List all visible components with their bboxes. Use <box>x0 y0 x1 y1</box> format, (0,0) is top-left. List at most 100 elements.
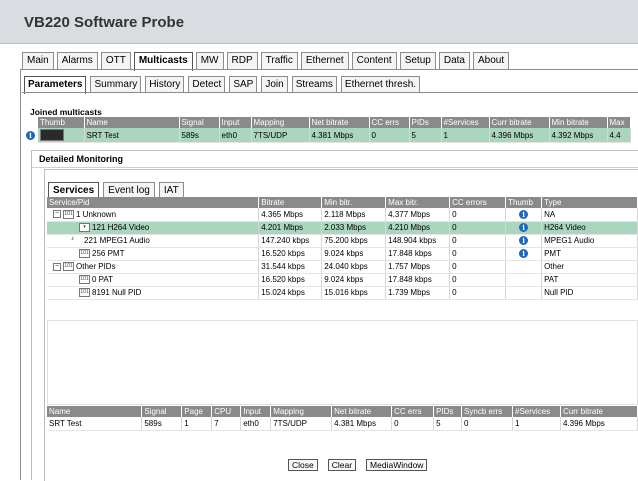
col-min-bitr[interactable]: Min bitr. <box>321 197 387 208</box>
tab-divider <box>20 69 638 70</box>
collapse-icon[interactable]: − <box>53 262 61 271</box>
col-name[interactable]: Name <box>47 406 143 417</box>
tab-alarms[interactable]: Alarms <box>56 52 98 70</box>
subtab-divider <box>22 92 638 93</box>
media-window-button[interactable]: MediaWindow <box>366 459 428 471</box>
table-row[interactable]: SRT Test 589s eth0 7TS/UDP 4.381 Mbps 0 … <box>38 128 631 143</box>
cell-signal: 589s <box>179 128 220 143</box>
col-input[interactable]: Input <box>219 117 252 128</box>
joined-multicasts-label: Joined multicasts <box>30 107 102 117</box>
col-signal[interactable]: Signal <box>179 117 220 128</box>
cell-min-bitrate: 4.392 Mbps <box>549 128 608 143</box>
info-icon[interactable]: i <box>519 209 529 219</box>
cell-pids: 5 <box>409 128 442 143</box>
col-mapping[interactable]: Mapping <box>251 117 310 128</box>
cell-curr-bitrate: 4.396 Mbps <box>489 128 550 143</box>
col-thumb[interactable]: Thumb <box>505 197 543 208</box>
services-empty-area <box>47 320 638 405</box>
col-signal[interactable]: Signal <box>141 406 183 417</box>
col-curr-bitrate[interactable]: Curr bitrate <box>560 406 638 417</box>
tab-setup[interactable]: Setup <box>399 52 436 70</box>
col-service-pid[interactable]: Service/Pid <box>47 197 260 208</box>
col-cc-errs[interactable]: CC errs <box>391 406 435 417</box>
cell-cc-errs: 0 <box>369 128 410 143</box>
col-name[interactable]: Name <box>84 117 180 128</box>
pid-icon: 101 <box>63 209 74 219</box>
subtab-history[interactable]: History <box>145 76 185 93</box>
subtab-streams[interactable]: Streams <box>291 76 337 93</box>
tab-traffic[interactable]: Traffic <box>260 52 298 70</box>
pid-icon: 101 <box>79 288 90 298</box>
col-syncb-errs[interactable]: Syncb errs <box>461 406 514 417</box>
tab-ott[interactable]: OTT <box>100 52 131 70</box>
table-row[interactable]: 101 8191 Null PID 15.024 kbps 15.016 kbps 1… <box>47 286 638 300</box>
tab-data[interactable]: Data <box>438 52 470 70</box>
cell-input: eth0 <box>219 128 252 143</box>
table-row[interactable]: ♪ 221 MPEG1 Audio 147.240 kbps 75.200 kbps… <box>47 234 638 248</box>
cell-name: SRT Test <box>84 128 180 143</box>
tab-ethernet[interactable]: Ethernet <box>300 52 349 70</box>
cell-max: 4.4 <box>607 128 631 143</box>
subtab-sap[interactable]: SAP <box>229 76 258 93</box>
pid-icon: 101 <box>79 249 90 259</box>
tab-mw[interactable]: MW <box>195 52 224 70</box>
joined-multicasts-table: Thumb Name Signal Input Mapping Net bitr… <box>38 117 631 143</box>
col-cc-errors[interactable]: CC errors <box>449 197 507 208</box>
frame-border <box>20 70 21 480</box>
col-input[interactable]: Input <box>240 406 272 417</box>
col-services[interactable]: #Services <box>441 117 490 128</box>
subtab-join[interactable]: Join <box>261 76 288 93</box>
table-row[interactable]: −101 1 Unknown 4.365 Mbps 2.118 Mbps 4.377 … <box>47 208 638 222</box>
col-pids[interactable]: PIDs <box>433 406 463 417</box>
col-curr-bitrate[interactable]: Curr bitrate <box>489 117 550 128</box>
col-net-bitrate[interactable]: Net bitrate <box>331 406 393 417</box>
thumbnail <box>38 128 85 143</box>
table-row[interactable]: SRT Test 589s 1 7 eth0 7TS/UDP 4.381 Mbps 0 50… <box>47 417 638 431</box>
tab-about[interactable]: About <box>472 52 510 70</box>
col-cpu[interactable]: CPU <box>211 406 242 417</box>
col-max[interactable]: Max <box>607 117 631 128</box>
button-row: Close Clear MediaWindow <box>288 459 428 471</box>
col-cc-errs[interactable]: CC errs <box>369 117 410 128</box>
audio-icon: ♪ <box>71 235 74 242</box>
subtab-summary[interactable]: Summary <box>90 76 142 93</box>
detailed-monitoring-title: Detailed Monitoring <box>39 154 123 164</box>
cell-services: 1 <box>441 128 490 143</box>
cell-mapping: 7TS/UDP <box>251 128 310 143</box>
subtab-detect[interactable]: Detect <box>188 76 226 93</box>
video-icon: ▾ <box>79 223 90 233</box>
main-tabs: Main Alarms OTT Multicasts MW RDP Traffi… <box>22 52 512 71</box>
tab-rdp[interactable]: RDP <box>226 52 258 70</box>
subtab-ethernet-thresh[interactable]: Ethernet thresh. <box>340 76 421 93</box>
table-row[interactable]: −101 Other PIDs 31.544 kbps 24.040 kbps 1.7… <box>47 260 638 274</box>
app-title: VB220 Software Probe <box>24 14 185 31</box>
info-icon[interactable]: i <box>519 249 529 258</box>
table-row[interactable]: ▾ 121 H264 Video 4.201 Mbps 2.033 Mbps 4.21… <box>47 221 638 235</box>
info-icon[interactable]: i <box>519 236 529 245</box>
col-services[interactable]: #Services <box>512 406 561 417</box>
tab-content[interactable]: Content <box>351 52 397 70</box>
pid-icon: 101 <box>79 275 90 285</box>
services-table: Service/Pid Bitrate Min bitr. Max bitr. … <box>47 197 638 300</box>
sub-tabs: Parameters Summary History Detect SAP Jo… <box>24 76 424 94</box>
col-bitrate[interactable]: Bitrate <box>258 197 323 208</box>
info-icon[interactable]: i <box>519 223 529 232</box>
collapse-icon[interactable]: − <box>53 210 61 219</box>
bottom-summary-table: Name Signal Page CPU Input Mapping Net b… <box>47 406 638 431</box>
info-icon[interactable]: i <box>26 130 35 140</box>
col-page[interactable]: Page <box>181 406 213 417</box>
col-mapping[interactable]: Mapping <box>270 406 333 417</box>
cell-net-bitrate: 4.381 Mbps <box>309 128 370 143</box>
table-row[interactable]: 101 256 PMT 16.520 kbps 9.024 kbps 17.848 k… <box>47 247 638 261</box>
pid-icon: 101 <box>63 262 74 272</box>
clear-button[interactable]: Clear <box>327 459 357 471</box>
col-max-bitr[interactable]: Max bitr. <box>385 197 451 208</box>
table-row[interactable]: 101 0 PAT 16.520 kbps 9.024 kbps 17.848 kbp… <box>47 273 638 287</box>
col-pids[interactable]: PIDs <box>409 117 442 128</box>
col-min-bitrate[interactable]: Min bitrate <box>549 117 608 128</box>
col-type[interactable]: Type <box>541 197 638 208</box>
col-net-bitrate[interactable]: Net bitrate <box>309 117 370 128</box>
close-button[interactable]: Close <box>288 459 318 471</box>
col-thumb[interactable]: Thumb <box>38 117 85 128</box>
tab-main[interactable]: Main <box>22 52 54 70</box>
